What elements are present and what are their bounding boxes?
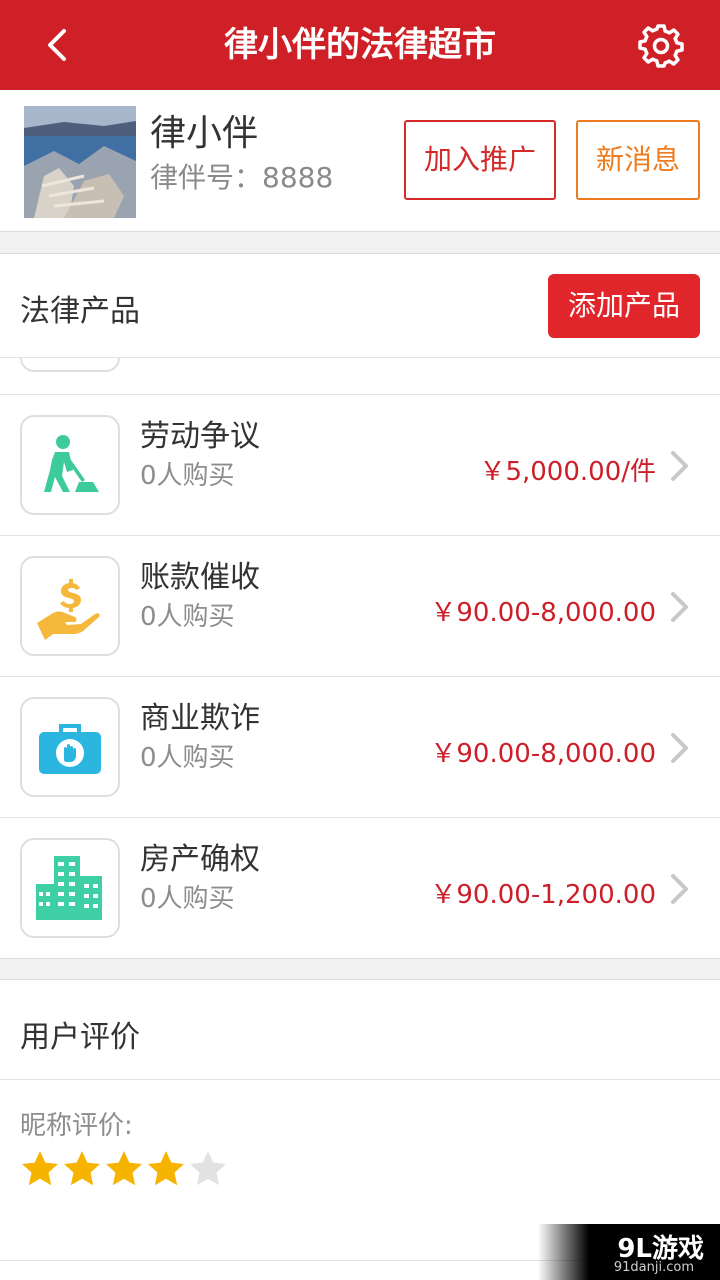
product-price: ￥5,000.00/件 [479, 457, 656, 487]
product-item-commercial-fraud[interactable]: 商业欺诈 0人购买 ￥90.00-8,000.00 [0, 677, 720, 818]
star-filled-icon [106, 1151, 142, 1186]
chevron-right-icon [671, 874, 688, 904]
profile-name: 律小伴 [150, 113, 259, 154]
product-buyers: 0人购买 [140, 602, 235, 632]
hand-money-icon [20, 556, 120, 656]
reviewer-nickname: 昵称评价: [20, 1111, 133, 1141]
reviews-section-title: 用户评价 [20, 1020, 140, 1055]
star-filled-icon [22, 1151, 58, 1186]
product-name: 账款催收 [140, 560, 260, 595]
rating-stars [20, 1149, 228, 1189]
product-name: 房产确权 [140, 842, 260, 877]
chevron-right-icon [671, 451, 688, 481]
briefcase-hand-icon [20, 697, 120, 797]
watermark-logo: 9L游戏 91danji.com [538, 1224, 720, 1280]
product-name: 商业欺诈 [140, 701, 260, 736]
gear-icon[interactable] [638, 23, 684, 69]
section-divider [0, 958, 720, 980]
product-price: ￥90.00-1,200.00 [430, 880, 656, 910]
top-bar: 律小伴的法律超市 [0, 0, 720, 90]
avatar[interactable] [24, 106, 136, 218]
list-item-partial[interactable] [0, 358, 720, 395]
products-section-title: 法律产品 [20, 294, 140, 329]
new-messages-button[interactable]: 新消息 [576, 120, 700, 200]
product-item-property-rights[interactable]: 房产确权 0人购买 ￥90.00-1,200.00 [0, 818, 720, 959]
product-item-debt-collection[interactable]: 账款催收 0人购买 ￥90.00-8,000.00 [0, 536, 720, 677]
chevron-right-icon [671, 592, 688, 622]
profile-card: 律小伴 律伴号：8888 加入推广 新消息 [0, 90, 720, 232]
product-icon-box [20, 358, 120, 372]
watermark-url: 91danji.com [613, 1260, 694, 1275]
product-buyers: 0人购买 [140, 884, 235, 914]
product-buyers: 0人购买 [140, 743, 235, 773]
chevron-right-icon [671, 733, 688, 763]
star-filled-icon [64, 1151, 100, 1186]
worker-digging-icon [20, 415, 120, 515]
products-header: 法律产品 添加产品 [0, 254, 720, 358]
reviews-header: 用户评价 [0, 980, 720, 1080]
profile-id: 律伴号：8888 [150, 161, 334, 194]
add-product-button[interactable]: 添加产品 [548, 274, 700, 338]
product-price: ￥90.00-8,000.00 [430, 598, 656, 628]
star-empty-icon [190, 1151, 226, 1186]
buildings-icon [20, 838, 120, 938]
product-name: 劳动争议 [140, 419, 260, 454]
product-price: ￥90.00-8,000.00 [430, 739, 656, 769]
section-divider [0, 232, 720, 254]
star-filled-icon [148, 1151, 184, 1186]
page-title: 律小伴的法律超市 [224, 25, 496, 65]
product-buyers: 0人购买 [140, 461, 235, 491]
product-item-labor-dispute[interactable]: 劳动争议 0人购买 ￥5,000.00/件 [0, 395, 720, 536]
join-promotion-button[interactable]: 加入推广 [404, 120, 556, 200]
